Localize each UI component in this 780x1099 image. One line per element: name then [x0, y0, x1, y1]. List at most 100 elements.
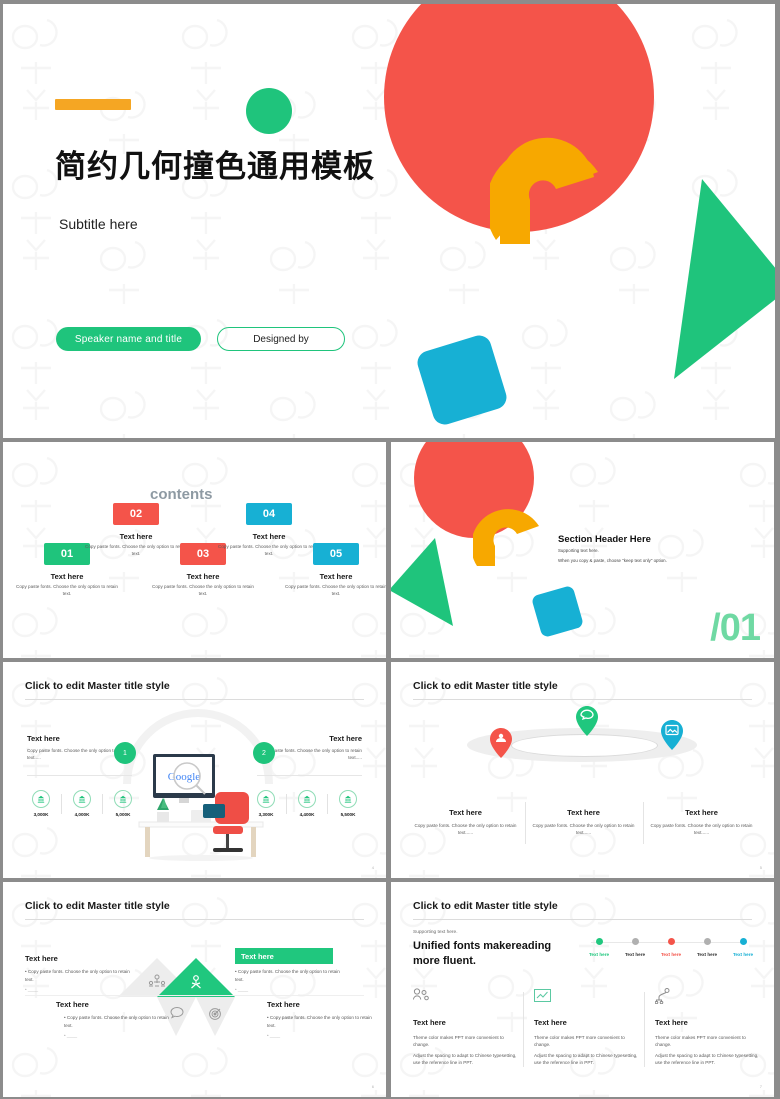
map-pin-red[interactable]: [490, 728, 512, 758]
timeline-label: Text here: [696, 952, 718, 957]
column-title: Text here: [449, 808, 482, 817]
timeline-dot: [739, 938, 747, 945]
page-number: 7: [759, 1084, 762, 1089]
stat-item: 5,000K: [105, 790, 141, 817]
right-divider: [257, 775, 362, 776]
page-title: Click to edit Master title style: [25, 900, 170, 912]
contents-number-02[interactable]: 02: [113, 503, 159, 525]
stat-item: 3,300K: [248, 790, 284, 817]
title-divider: [413, 919, 752, 920]
stat-item: 3,000K: [23, 790, 59, 817]
timeline-label: Text here: [660, 952, 682, 957]
left-stats-row: 3,000K 4,000K 5,000K: [23, 790, 141, 817]
divider: [644, 992, 645, 1067]
contents-title-05: Text here: [319, 572, 353, 581]
timeline-item[interactable]: Text here: [653, 938, 689, 957]
column-3: Text here Theme color makes PPT more con…: [654, 988, 759, 1066]
column-title: Text here: [413, 1018, 446, 1027]
contents-number-05[interactable]: 05: [313, 543, 359, 565]
stat-value: 3,000K: [33, 812, 49, 817]
timeline-dot: [595, 938, 603, 945]
section-support-1: Supporting text here.: [558, 548, 599, 553]
timeline-item[interactable]: Text here: [689, 938, 725, 957]
block-2-title-highlight[interactable]: Text here: [235, 948, 333, 964]
divider: [327, 793, 328, 814]
left-block-title: Text here: [27, 734, 60, 743]
divider: [286, 793, 287, 814]
stat-value: 4,400K: [299, 812, 315, 817]
block-title: Text here: [267, 1000, 300, 1009]
designer-pill[interactable]: Designed by: [217, 327, 345, 351]
page-title: 简约几何撞色通用模板: [55, 149, 375, 184]
slide-3-section-header[interactable]: Section Header Here Supporting text here…: [391, 442, 774, 658]
stat-value: 4,000K: [74, 812, 90, 817]
block-2: • Copy paste fonts. Choose the only opti…: [235, 969, 340, 993]
page-title: Click to edit Master title style: [413, 900, 558, 912]
chart-icon: [534, 989, 551, 1002]
block-title: Text here: [56, 1000, 89, 1009]
stat-value: 5,000K: [115, 812, 131, 817]
column-1: Text here Theme color makes PPT more con…: [413, 988, 517, 1066]
block-desc: Copy paste fonts. Choose the only option…: [235, 969, 340, 982]
people-icon: [413, 988, 429, 1001]
divider: [61, 793, 62, 814]
headline-line-2: more fluent.: [413, 954, 476, 967]
column-line-2: Adjust the spacing to adapt to Chinese t…: [655, 1052, 759, 1066]
right-block-title: Text here: [329, 734, 362, 743]
divider: [102, 793, 103, 814]
column-title: Text here: [567, 808, 600, 817]
column-2: Text here Theme color makes PPT more con…: [534, 988, 638, 1066]
timeline-dot: [667, 938, 675, 945]
contents-desc-05: Copy paste fonts. Choose the only option…: [285, 584, 386, 596]
slide-4-content[interactable]: Click to edit Master title style Text he…: [3, 662, 386, 878]
timeline-label: Text here: [732, 952, 754, 957]
network-icon: [654, 988, 670, 1005]
page-title: Click to edit Master title style: [413, 680, 558, 692]
block-1: Text here • Copy paste fonts. Choose the…: [25, 954, 135, 994]
slide-5-content[interactable]: Click to edit Master title style Text he…: [391, 662, 774, 878]
title-divider: [413, 699, 752, 700]
page-number: 6: [371, 1084, 374, 1089]
divider: [525, 802, 526, 844]
column-line-2: Adjust the spacing to adapt to Chinese t…: [534, 1052, 638, 1066]
column-title: Text here: [685, 808, 718, 817]
slide-6-content[interactable]: Click to edit Master title style Text he…: [3, 882, 386, 1097]
column-title: Text here: [534, 1018, 567, 1027]
timeline-item[interactable]: Text here: [617, 938, 653, 957]
map-ellipse-inner: [511, 734, 658, 757]
speaker-pill[interactable]: Speaker name and title: [56, 327, 201, 351]
bank-icon: [114, 790, 132, 808]
column-3: Text here Copy paste fonts. Choose the o…: [649, 808, 754, 837]
contents-title-01: Text here: [50, 572, 84, 581]
timeline-item[interactable]: Text here: [581, 938, 617, 957]
slide-deck-preview: 简约几何撞色通用模板 Subtitle here Speaker name an…: [0, 0, 780, 1099]
section-header-title: Section Header Here: [558, 534, 651, 545]
contents-desc-03: Copy paste fonts. Choose the only option…: [152, 584, 254, 596]
divider: [523, 992, 524, 1067]
blue-square-shape: [530, 584, 585, 639]
contents-number-04[interactable]: 04: [246, 503, 292, 525]
bank-icon: [298, 790, 316, 808]
map-pin-green[interactable]: [576, 706, 598, 736]
bank-icon: [73, 790, 91, 808]
stat-item: 4,000K: [64, 790, 100, 817]
timeline-item[interactable]: Text here: [725, 938, 761, 957]
slide-2-contents[interactable]: contents 01 Text here Copy paste fonts. …: [3, 442, 386, 658]
timeline: Text here Text here Text here Text here …: [581, 938, 761, 957]
block-desc: Copy paste fonts. Choose the only option…: [64, 1015, 169, 1028]
blue-square-shape: [414, 332, 510, 428]
column-2: Text here Copy paste fonts. Choose the o…: [531, 808, 636, 837]
timeline-label: Text here: [624, 952, 646, 957]
slide-7-content[interactable]: Click to edit Master title style Support…: [391, 882, 774, 1097]
headline-line-1: Unified fonts makereading: [413, 940, 552, 952]
title-divider: [25, 919, 364, 920]
timeline-label: Text here: [588, 952, 610, 957]
block-desc: Copy paste fonts. Choose the only option…: [25, 969, 130, 982]
green-triangle-shape: [391, 538, 453, 626]
block-desc: Copy paste fonts. Choose the only option…: [267, 1015, 372, 1028]
slide-1-title[interactable]: 简约几何撞色通用模板 Subtitle here Speaker name an…: [3, 4, 775, 438]
orange-arc-shape: [490, 137, 598, 244]
column-line-2: Adjust the spacing to adapt to Chinese t…: [413, 1052, 517, 1066]
map-pin-blue[interactable]: [661, 720, 683, 750]
contents-desc-04: Copy paste fonts. Choose the only option…: [218, 544, 320, 556]
